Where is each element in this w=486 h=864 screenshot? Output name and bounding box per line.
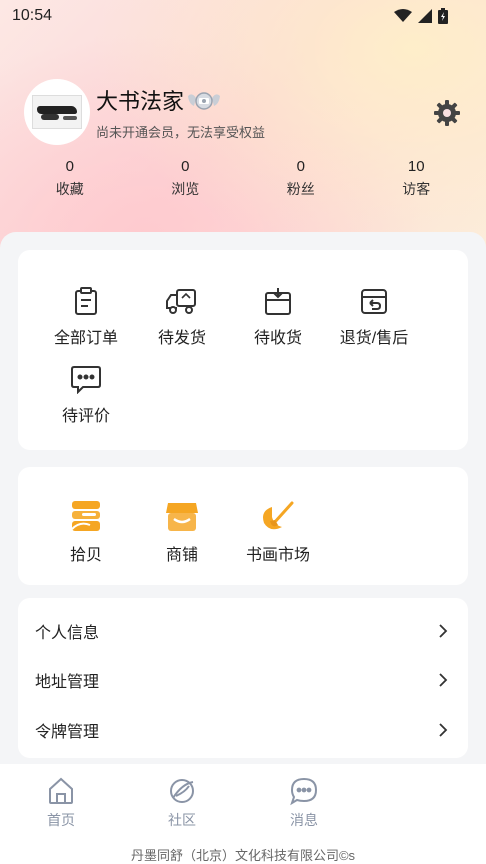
watermark-overlay — [320, 780, 486, 840]
row-label: 个人信息 — [35, 625, 100, 642]
order-returns-button[interactable]: 退货/售后 — [326, 286, 422, 348]
status-time: 10:54 — [12, 7, 53, 24]
status-bar: 10:54 — [0, 0, 486, 32]
order-all-button[interactable]: 全部订单 — [38, 286, 134, 348]
settings-card: 个人信息 地址管理 令牌管理 — [18, 598, 468, 758]
brush-palette-icon — [263, 501, 294, 530]
service-label: 拾贝 — [69, 547, 102, 564]
battery-icon — [438, 8, 448, 24]
stacked-cards-icon — [71, 501, 100, 531]
stat-followers[interactable]: 0 粉丝 — [243, 158, 359, 204]
profile-header: 大书法家 尚未开通会员，无法享受权益 — [26, 80, 466, 144]
orders-card: 全部订单 待发货 待收货 退货/售后 待评价 — [18, 250, 468, 450]
order-label: 待收货 — [253, 330, 302, 347]
tab-home[interactable]: 首页 — [21, 776, 101, 830]
footer-company: 丹墨同舒（北京）文化科技有限公司©s — [130, 848, 356, 863]
service-shop-button[interactable]: 商铺 — [134, 499, 230, 565]
stat-value: 0 — [65, 158, 74, 175]
shop-icon — [166, 503, 198, 531]
return-box-icon — [361, 289, 387, 314]
username-row: 大书法家 — [96, 84, 466, 116]
clipboard-icon — [75, 287, 97, 315]
stat-label: 收藏 — [55, 181, 84, 197]
stat-browsed[interactable]: 0 浏览 — [128, 158, 244, 204]
order-label: 待发货 — [157, 330, 206, 347]
stat-label: 粉丝 — [286, 181, 315, 197]
service-shibei-button[interactable]: 拾贝 — [38, 499, 134, 565]
membership-note: 尚未开通会员，无法享受权益 — [96, 124, 266, 140]
wifi-icon — [394, 9, 412, 22]
username: 大书法家 — [96, 88, 185, 114]
stat-value: 0 — [181, 158, 190, 175]
row-label: 令牌管理 — [35, 724, 100, 741]
settings-row-personal-info[interactable]: 个人信息 — [18, 607, 468, 655]
user-info: 大书法家 尚未开通会员，无法享受权益 — [96, 84, 466, 141]
message-icon — [290, 777, 318, 806]
truck-icon — [166, 289, 196, 314]
stats-row: 0 收藏 0 浏览 0 粉丝 10 访客 — [12, 158, 474, 204]
chevron-right-icon — [439, 723, 448, 737]
order-to-review-button[interactable]: 待评价 — [38, 364, 134, 426]
order-label: 全部订单 — [53, 330, 118, 347]
tab-community[interactable]: 社区 — [142, 776, 222, 830]
package-icon — [265, 288, 291, 315]
stat-value: 10 — [407, 158, 425, 175]
order-to-receive-button[interactable]: 待收货 — [230, 286, 326, 348]
home-icon — [49, 777, 73, 804]
service-label: 商铺 — [165, 547, 198, 564]
avatar[interactable] — [26, 81, 88, 143]
stat-label: 浏览 — [171, 181, 200, 197]
chevron-right-icon — [439, 624, 448, 638]
stat-favorites[interactable]: 0 收藏 — [12, 158, 128, 204]
stat-label: 访客 — [402, 181, 431, 197]
tab-label: 首页 — [47, 812, 75, 828]
service-label: 书画市场 — [245, 547, 310, 564]
avatar-calligraphy-image — [32, 95, 82, 129]
order-label: 退货/售后 — [339, 330, 409, 347]
status-icons — [394, 8, 448, 24]
settings-gear-icon[interactable] — [432, 98, 462, 128]
planet-icon — [170, 779, 194, 803]
tab-label: 社区 — [168, 812, 196, 828]
settings-row-token[interactable]: 令牌管理 — [18, 706, 468, 754]
chevron-right-icon — [439, 673, 448, 687]
signal-icon — [418, 9, 432, 23]
service-art-market-button[interactable]: 书画市场 — [230, 499, 326, 565]
services-card: 拾贝 商铺 书画市场 — [18, 467, 468, 585]
order-label: 待评价 — [61, 408, 110, 425]
settings-row-address[interactable]: 地址管理 — [18, 656, 468, 704]
chat-bubble-icon — [71, 366, 101, 394]
order-to-ship-button[interactable]: 待发货 — [134, 286, 230, 348]
member-badge-icon — [188, 91, 221, 110]
stat-visitors[interactable]: 10 访客 — [359, 158, 475, 204]
stat-value: 0 — [296, 158, 305, 175]
row-label: 地址管理 — [35, 674, 100, 691]
